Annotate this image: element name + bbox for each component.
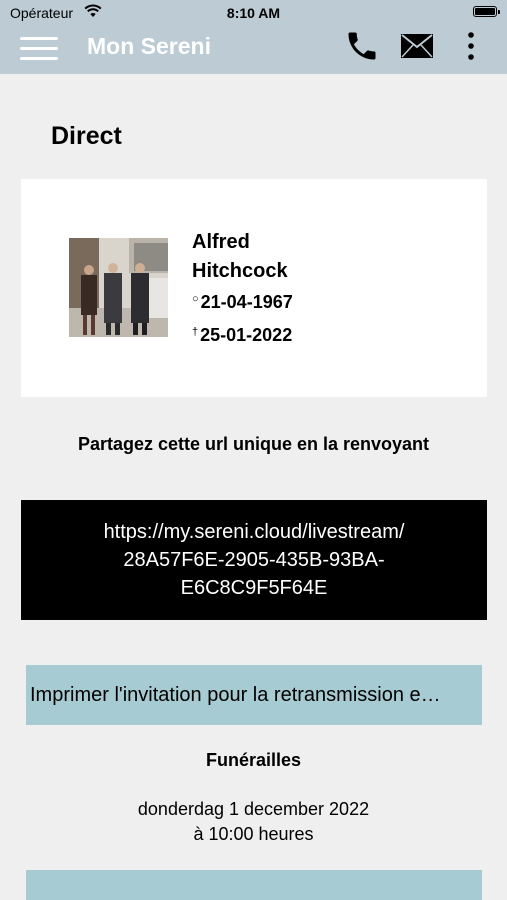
event-time: à 10:00 heures — [193, 824, 314, 844]
battery-icon — [473, 6, 500, 17]
url-line-3: E6C8C9F5F64E — [180, 577, 328, 599]
death-symbol: † — [192, 326, 199, 338]
last-name: Hitchcock — [192, 260, 288, 282]
phone-icon[interactable] — [344, 28, 380, 64]
first-name: Alfred — [192, 231, 250, 253]
url-line-2: 28A57F6E-2905-435B-93BA- — [123, 549, 385, 571]
hamburger-menu-icon[interactable] — [20, 35, 58, 63]
deceased-name: Alfred Hitchcock — [192, 228, 288, 286]
event-datetime: donderdag 1 december 2022 à 10:00 heures — [0, 797, 507, 847]
top-app-bar: Mon Sereni — [0, 24, 507, 74]
death-date: † 25-01-2022 — [192, 325, 292, 346]
print-invitation-button[interactable]: Imprimer l'invitation pour la retransmis… — [26, 665, 482, 725]
next-action-button[interactable] — [26, 870, 482, 900]
status-bar: Opérateur 8:10 AM — [0, 0, 507, 24]
clock: 8:10 AM — [226, 5, 281, 21]
url-line-1: https://my.sereni.cloud/livestream/ — [103, 521, 405, 543]
birth-date-value: 21-04-1967 — [200, 292, 293, 312]
livestream-url-box[interactable]: https://my.sereni.cloud/livestream/ 28A5… — [21, 500, 487, 620]
deceased-card: Alfred Hitchcock ○ 21-04-1967 † 25-01-2022 — [21, 179, 487, 397]
death-date-value: 25-01-2022 — [200, 325, 293, 345]
birth-symbol: ○ — [192, 293, 199, 305]
app-title: Mon Sereni — [87, 33, 211, 59]
deceased-photo — [69, 238, 168, 337]
envelope-icon[interactable] — [400, 33, 434, 59]
page-title: Direct — [51, 122, 122, 150]
birth-date: ○ 21-04-1967 — [192, 292, 293, 313]
event-date: donderdag 1 december 2022 — [137, 799, 370, 819]
share-label: Partagez cette url unique en la renvoyan… — [77, 434, 430, 454]
vertical-dots-icon[interactable] — [464, 30, 478, 62]
event-title: Funérailles — [205, 750, 302, 770]
